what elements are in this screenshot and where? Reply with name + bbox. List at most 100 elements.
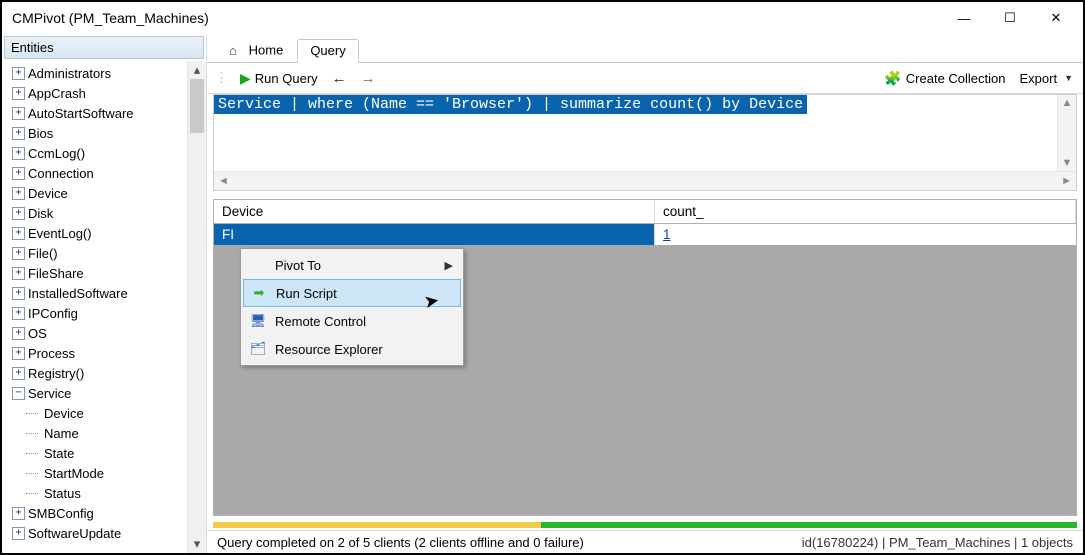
scroll-down-icon[interactable]: ▼: [1058, 155, 1076, 171]
expand-icon[interactable]: [12, 67, 25, 80]
tree-node[interactable]: Service: [2, 383, 187, 403]
grid-row-selected[interactable]: FI 1: [214, 224, 1076, 245]
tree-node-label: Status: [44, 486, 81, 501]
ctx-resource-explorer[interactable]: 🗂 Resource Explorer: [243, 335, 461, 363]
play-icon: ▶: [240, 70, 251, 87]
expand-icon[interactable]: [12, 207, 25, 220]
tree-node[interactable]: EventLog(): [2, 223, 187, 243]
expand-icon[interactable]: [12, 147, 25, 160]
expand-icon[interactable]: [12, 507, 25, 520]
status-bar: Query completed on 2 of 5 clients (2 cli…: [207, 530, 1083, 553]
maximize-button[interactable]: ☐: [987, 4, 1033, 32]
tree-node-label: AutoStartSoftware: [28, 106, 134, 121]
tree-node[interactable]: Registry(): [2, 363, 187, 383]
cell-device[interactable]: FI: [214, 224, 654, 245]
tree-node-label: IPConfig: [28, 306, 78, 321]
tree-node-label: Bios: [28, 126, 53, 141]
minimize-button[interactable]: —: [941, 4, 987, 32]
export-button[interactable]: Export ▼: [1018, 66, 1076, 90]
expand-icon[interactable]: [12, 247, 25, 260]
expand-icon[interactable]: [12, 107, 25, 120]
tree-child-node[interactable]: Status: [2, 483, 187, 503]
query-hscroll[interactable]: ◄ ►: [214, 171, 1076, 190]
scroll-down-icon[interactable]: ▾: [188, 535, 206, 553]
scroll-thumb[interactable]: [190, 79, 204, 133]
cell-count-link[interactable]: 1: [654, 224, 1076, 245]
expand-icon[interactable]: [12, 267, 25, 280]
expand-icon[interactable]: [12, 167, 25, 180]
progress-complete: [541, 522, 1077, 528]
scroll-right-icon[interactable]: ►: [1061, 175, 1072, 187]
nav-forward-button[interactable]: →: [359, 66, 378, 90]
tree-node-label: SMBConfig: [28, 506, 94, 521]
main-panel: ⌂ Home Query ⋮ ▶ Run Query ← →: [207, 34, 1083, 553]
expand-icon[interactable]: [12, 527, 25, 540]
expand-icon[interactable]: [12, 127, 25, 140]
run-query-button[interactable]: ▶ Run Query: [238, 66, 320, 90]
tree-node[interactable]: Process: [2, 343, 187, 363]
tree-node[interactable]: OS: [2, 323, 187, 343]
ctx-pivot-to[interactable]: Pivot To ▶: [243, 251, 461, 279]
tree-node[interactable]: Administrators: [2, 63, 187, 83]
tree-node-label: AppCrash: [28, 86, 86, 101]
expand-icon[interactable]: [12, 327, 25, 340]
arrow-right-icon: →: [361, 70, 376, 87]
tab-strip: ⌂ Home Query: [207, 34, 1083, 63]
create-collection-button[interactable]: 🧩 Create Collection: [882, 66, 1007, 90]
tree-node[interactable]: FileShare: [2, 263, 187, 283]
query-text[interactable]: Service | where (Name == 'Browser') | su…: [214, 95, 807, 114]
tree-node[interactable]: AppCrash: [2, 83, 187, 103]
ctx-explorer-label: Resource Explorer: [275, 342, 453, 357]
scroll-up-icon[interactable]: ▴: [188, 61, 206, 79]
col-device[interactable]: Device: [214, 200, 655, 223]
query-editor[interactable]: Service | where (Name == 'Browser') | su…: [213, 94, 1077, 191]
scroll-up-icon[interactable]: ▲: [1058, 95, 1076, 111]
expand-icon[interactable]: [12, 347, 25, 360]
tree-node[interactable]: InstalledSoftware: [2, 283, 187, 303]
window-title: CMPivot (PM_Team_Machines): [12, 10, 941, 26]
tree-node-label: Registry(): [28, 366, 84, 381]
create-collection-label: Create Collection: [906, 71, 1006, 86]
entities-tree[interactable]: Administrators AppCrash AutoStartSoftware B…: [2, 61, 187, 553]
collapse-icon[interactable]: [12, 387, 25, 400]
explorer-icon: 🗂: [249, 341, 267, 357]
nav-back-button[interactable]: ←: [330, 66, 349, 90]
expand-icon[interactable]: [12, 307, 25, 320]
tab-home-label: Home: [249, 43, 284, 58]
tree-node[interactable]: AutoStartSoftware: [2, 103, 187, 123]
expand-icon[interactable]: [12, 87, 25, 100]
tree-child-node[interactable]: Name: [2, 423, 187, 443]
grid-header: Device count_: [214, 200, 1076, 224]
expand-icon[interactable]: [12, 187, 25, 200]
tree-node[interactable]: SoftwareUpdate: [2, 523, 187, 543]
titlebar: CMPivot (PM_Team_Machines) — ☐ ✕: [2, 2, 1083, 34]
expand-icon[interactable]: [12, 227, 25, 240]
close-button[interactable]: ✕: [1033, 4, 1079, 32]
export-label: Export: [1020, 71, 1058, 86]
tree-child-node[interactable]: Device: [2, 403, 187, 423]
tree-child-node[interactable]: State: [2, 443, 187, 463]
tree-node[interactable]: Disk: [2, 203, 187, 223]
tab-home[interactable]: ⌂ Home: [213, 39, 295, 62]
tree-node-label: State: [44, 446, 74, 461]
tree-child-node[interactable]: StartMode: [2, 463, 187, 483]
tree-node[interactable]: SMBConfig: [2, 503, 187, 523]
tree-node[interactable]: File(): [2, 243, 187, 263]
query-vscroll[interactable]: ▲ ▼: [1057, 95, 1076, 171]
tree-node[interactable]: Device: [2, 183, 187, 203]
tree-node[interactable]: CcmLog(): [2, 143, 187, 163]
progress-bar: [213, 522, 1077, 528]
expand-icon[interactable]: [12, 367, 25, 380]
tree-node-label: FileShare: [28, 266, 84, 281]
tree-node[interactable]: IPConfig: [2, 303, 187, 323]
col-count[interactable]: count_: [655, 200, 1076, 223]
tree-node-label: CcmLog(): [28, 146, 85, 161]
tab-query[interactable]: Query: [297, 39, 358, 63]
scroll-left-icon[interactable]: ◄: [218, 175, 229, 187]
expand-icon[interactable]: [12, 287, 25, 300]
tree-scrollbar[interactable]: ▴ ▾: [187, 61, 206, 553]
window-controls: — ☐ ✕: [941, 4, 1079, 32]
caret-down-icon: ▼: [1064, 73, 1073, 83]
tree-node[interactable]: Connection: [2, 163, 187, 183]
tree-node[interactable]: Bios: [2, 123, 187, 143]
